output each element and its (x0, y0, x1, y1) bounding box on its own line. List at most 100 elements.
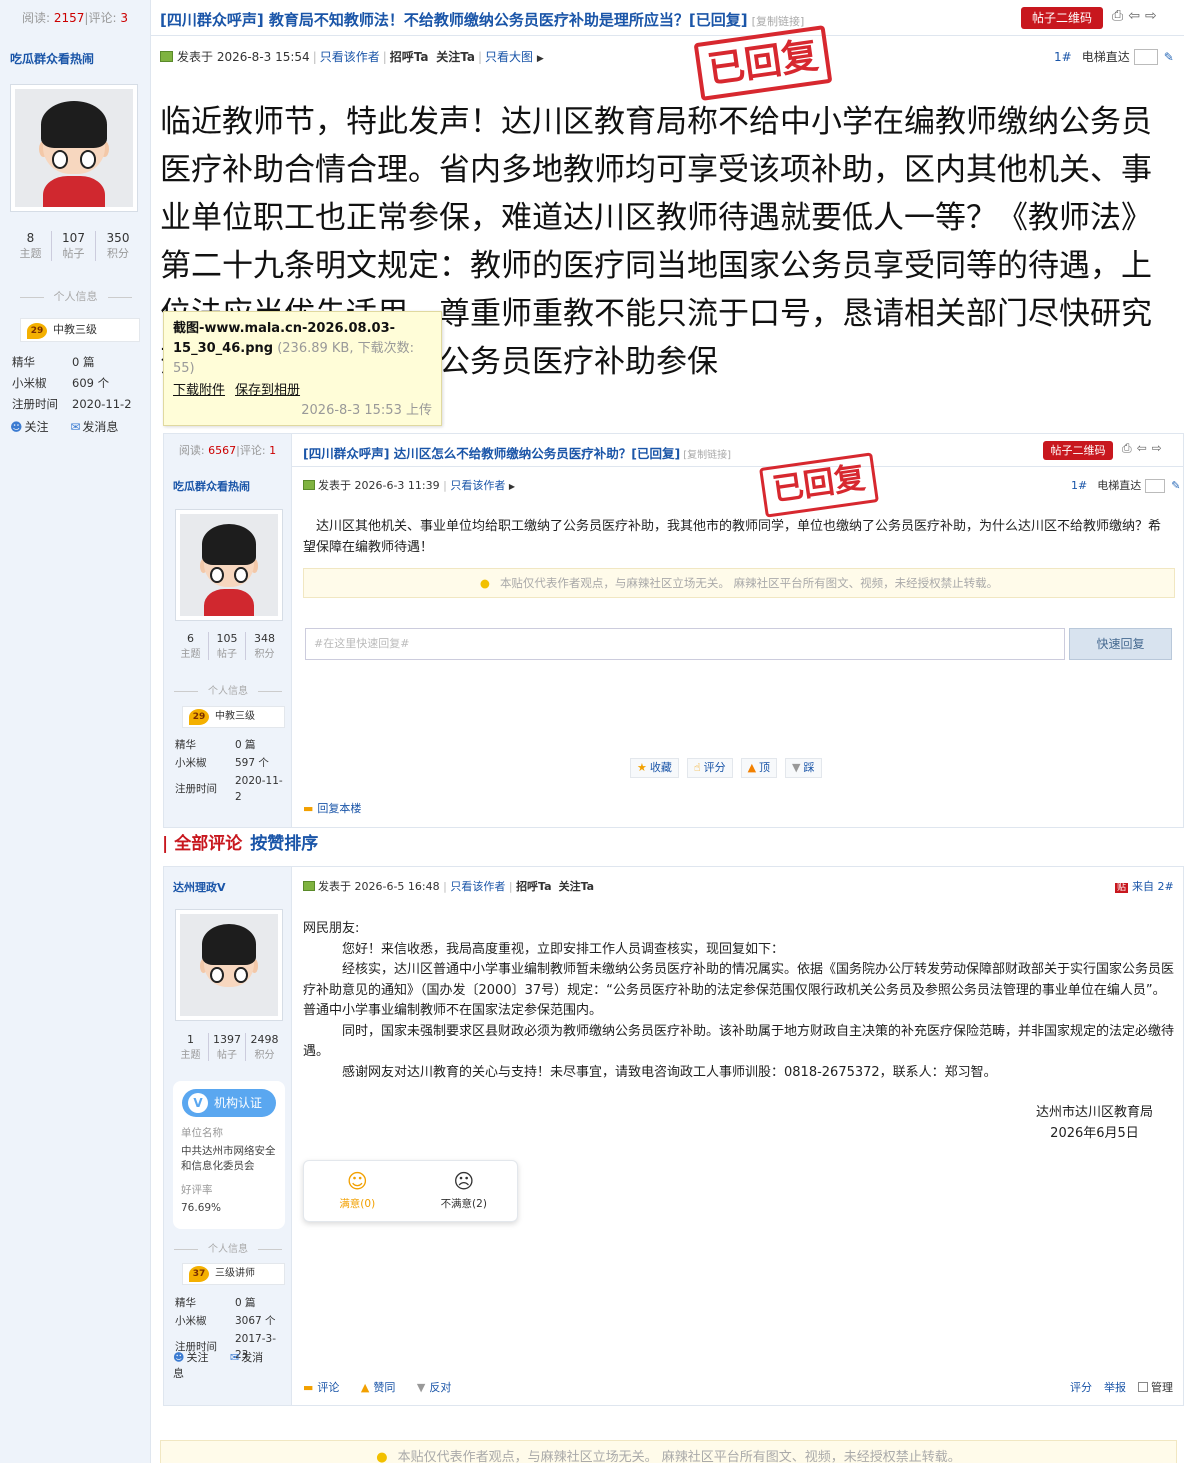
reply-paragraph: 感谢网友对达川教育的关心与支持！未尽事宜，请致电咨询政工人事师训股：0818-2… (342, 1064, 997, 1080)
reply-rank-badge: 37 三级讲师 (182, 1263, 285, 1285)
replied-stamp: 已回复 (693, 25, 833, 101)
arrow-down-icon: ▼ (792, 761, 801, 774)
print-icon: ⎙ (1122, 441, 1137, 455)
greet-link[interactable]: 招呼Ta (390, 50, 429, 64)
unit-name: 中共达州市网络安全和信息化委员会 (181, 1145, 276, 1172)
avatar[interactable] (10, 84, 138, 212)
rank-badge: 29 中教三级 (20, 318, 140, 342)
lightbulb-icon: ● (376, 1450, 388, 1463)
sort-by-likes-tab: 按赞排序 (250, 834, 319, 854)
embedded-rank-badge: 29 中教三级 (182, 706, 285, 728)
unit-label: 单位名称 (181, 1127, 223, 1139)
reply-body: 网民朋友: 您好！来信收悉，我局高度重视，立即安排工作人员调查核实，现回复如下：… (303, 919, 1177, 1083)
embedded-thread-tools: ⎙⇦⇨ (1122, 441, 1167, 456)
comments-header: | 全部评论 按赞排序 (162, 834, 319, 854)
stat-points[interactable]: 350 积分 (96, 231, 140, 261)
reply-paragraph: 您好！来信收悉，我局高度重视，立即安排工作人员调查核实，现回复如下： (342, 941, 785, 957)
follow-button[interactable]: ☻ 关注 (10, 420, 49, 434)
arrow-up-icon: ▲ (747, 761, 757, 774)
rate-link: 评分 (1070, 1381, 1092, 1394)
embedded-author-stats: 6 主题 105 帖子 348 积分 (173, 632, 283, 660)
signature-date: 2026年6月5日 (1050, 1125, 1139, 1141)
save-to-album-link[interactable]: 保存到相册 (235, 383, 300, 398)
embedded-reply-link: ▬ 回复本楼 (303, 802, 362, 815)
report-link: 举报 (1104, 1381, 1126, 1394)
views-count: 2157 (53, 11, 85, 25)
avatar-image (15, 89, 133, 207)
copy-link[interactable]: [复制链接] (752, 15, 805, 28)
floor-nav: 1# 电梯直达 ✎ (1054, 48, 1174, 65)
comment-button: ▬ 评论 (303, 1381, 340, 1394)
stat-posts[interactable]: 107 帖子 (52, 231, 96, 261)
embedded-disclaimer: ● 本贴仅代表作者观点，与麻辣社区立场无关。 麻辣社区平台所有图文、视频，未经授权… (303, 568, 1175, 598)
agree-button: ▲ 赞同 (360, 1381, 396, 1394)
quote-icon: 贴 (1115, 883, 1129, 893)
reply-paragraph: 同时，国家未强制要求区县财政必须为教师缴纳公务员医疗补助。该补助属于地方财政自主… (303, 1023, 1175, 1060)
thumb-icon: ☝ (693, 761, 701, 774)
follow-author-link[interactable]: 关注Ta (436, 50, 475, 64)
rate-button: ☝ 评分 (686, 758, 733, 778)
verified-icon: V (188, 1093, 208, 1113)
online-icon (160, 51, 173, 62)
reply-avatar (175, 909, 283, 1021)
author-stats: 8 主题 107 帖子 350 积分 (10, 231, 140, 261)
reply-meta-bar: 发表于 2026-6-5 16:48 | 只看该作者 | 招呼Ta 关注Ta (303, 878, 594, 894)
comments-count: 3 (120, 11, 128, 25)
official-reply-comment: 达州理政V 1 主题 1397 帖子 2498 积分 V 机构认证 单位名称 中共达州市… (163, 866, 1184, 1406)
stat-topics[interactable]: 8 主题 (10, 231, 52, 261)
prev-icon[interactable]: ⇦ (1128, 8, 1145, 24)
only-author-link[interactable]: 只看该作者 (320, 50, 380, 64)
disclaimer-bar: ● 本贴仅代表作者观点，与麻辣社区立场无关。 麻辣社区平台所有图文、视频，未经授权… (160, 1440, 1177, 1463)
floor-number[interactable]: 1# (1054, 50, 1072, 64)
print-icon[interactable]: ⎙ (1112, 8, 1128, 24)
follow-icon: ☻ (173, 1351, 185, 1364)
all-comments-tab: 全部评论 (174, 834, 243, 854)
favorite-button: ★ 收藏 (630, 758, 679, 778)
arrow-down-icon: ▼ (416, 1381, 426, 1394)
reply-footer-tools: 评分 举报 管理 (1058, 1379, 1173, 1395)
post-meta-bar: 发表于 2026-8-3 15:54 | 只看该作者 | 招呼Ta 关注Ta | 只看大图 … (160, 48, 1178, 68)
rank-label: 中教三级 (53, 323, 97, 336)
satisfied-button: ☺ 满意(0) (304, 1161, 411, 1221)
reply-signature: 达州市达川区教育局 2026年6月5日 (1036, 1103, 1153, 1144)
embedded-author-sidebar: 吃瓜群众看热闹 6 主题 105 帖子 348 积分 个人信息 29 中教三级 精华 0 … (164, 467, 292, 827)
embedded-quick-reply-button: 快速回复 (1069, 628, 1172, 660)
post-time: 发表于 2026-8-3 15:54 (177, 50, 310, 64)
prev-icon: ⇦ (1136, 441, 1152, 455)
author-name[interactable]: 吃瓜群众看热闹 (10, 50, 94, 67)
qr-code-button[interactable]: 帖子二维码 (1021, 7, 1103, 29)
author-meta: 精华 0 篇 小米椒 609 个 注册时间 2020-11-2 (12, 355, 132, 411)
thread-title[interactable]: [四川群众呼声] 教育局不知教师法！不给教师缴纳公务员医疗补助是理所应当？[已回… (160, 9, 804, 30)
elevator-input[interactable] (1133, 49, 1158, 65)
download-attachment-link[interactable]: 下载附件 (173, 383, 225, 398)
upload-time: 2026-8-3 15:53 上传 (301, 403, 432, 418)
author-sidebar: 吃瓜群众看热闹 8 主题 107 帖子 350 积分 个人信息 29 中教三级 精华 0 … (0, 36, 151, 1463)
message-button[interactable]: ✉ 发消息 (70, 420, 118, 434)
big-image-link[interactable]: 只看大图 (485, 50, 533, 64)
arrow-right-icon: ▶ (536, 54, 544, 64)
thread-stats: 阅读: 2157|评论: 3 (0, 0, 151, 36)
embedded-author-meta: 精华 0 篇 小米椒 597 个 注册时间 2020-11-2 (175, 739, 283, 803)
embedded-qr-button: 帖子二维码 (1043, 441, 1113, 460)
author-actions: ☻ 关注 ✉ 发消息 (10, 418, 136, 435)
mail-icon: ✉ (70, 420, 81, 434)
embedded-post-content: 达川区其他机关、事业单位均给职工缴纳了公务员医疗补助，我其他市的教师同学，单位也… (303, 519, 1162, 555)
arrow-up-icon: ▲ (360, 1381, 370, 1394)
embedded-thread-title: [四川群众呼声] 达川区怎么不给教师缴纳公务员医疗补助？[已回复] [复制链接] (303, 446, 732, 461)
comments-label: 评论: (88, 11, 117, 25)
embedded-profile-section: 个人信息 (164, 682, 292, 697)
next-icon[interactable]: ⇨ (1145, 8, 1162, 24)
embedded-avatar (175, 509, 283, 621)
thread-title-text[interactable]: [四川群众呼声] 教育局不知教师法！不给教师缴纳公务员医疗补助是理所应当？[已回… (160, 11, 748, 29)
views-label: 阅读: (22, 11, 51, 25)
pen-icon[interactable]: ✎ (1164, 50, 1174, 64)
signature-org: 达州市达川区教育局 (1035, 1105, 1153, 1120)
embedded-screenshot: 阅读: 6567|评论: 1 [四川群众呼声] 达川区怎么不给教师缴纳公务员医疗… (163, 433, 1184, 828)
reply-icon: ▬ (303, 802, 314, 815)
reply-author-actions: ☻ 关注 ✉ 发消息 (173, 1351, 264, 1380)
satisfaction-panel: ☺ 满意(0) ☹ 不满意(2) (303, 1160, 518, 1222)
reply-profile-section: 个人信息 (164, 1240, 292, 1255)
org-verify-card: V 机构认证 单位名称 中共达州市网络安全和信息化委员会 好评率 76.69% (173, 1081, 285, 1229)
manage-checkbox: 管理 (1138, 1381, 1173, 1394)
rate-value: 76.69% (181, 1202, 222, 1214)
